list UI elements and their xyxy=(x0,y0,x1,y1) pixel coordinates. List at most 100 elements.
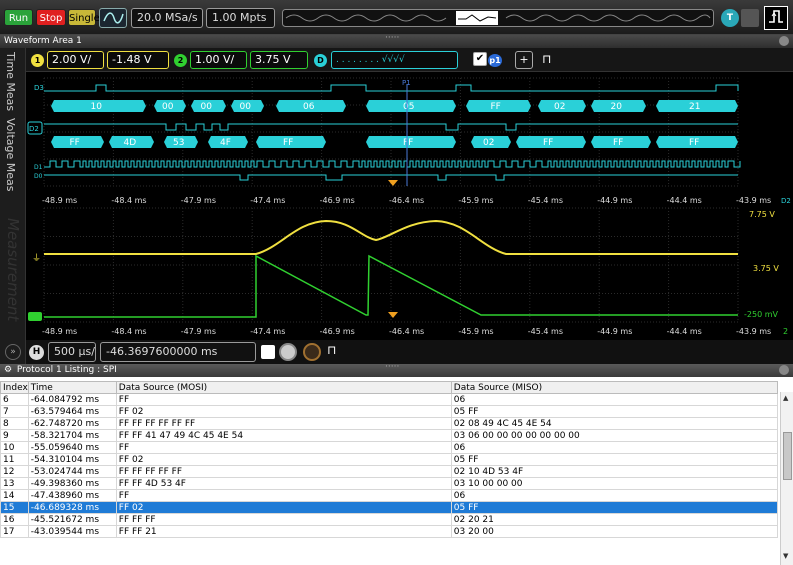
table-row[interactable]: 13 -49.398360 ms FF FF 4D 53 4F 03 10 00 00… xyxy=(0,477,779,490)
table-row[interactable]: 9 -58.321704 ms FF FF 41 47 49 4C 45 4E 54… xyxy=(0,429,779,442)
waveform-area-header: Waveform Area 1 ····· xyxy=(0,32,793,48)
cell-time: -54.310104 ms xyxy=(27,453,117,466)
ch1-offset[interactable]: -1.48 V xyxy=(107,51,169,69)
table-row[interactable]: 15 -46.689328 ms FF 02 05 FF xyxy=(0,501,779,514)
add-channel-button[interactable]: + xyxy=(515,51,533,69)
scroll-up-icon[interactable]: ▲ xyxy=(783,394,788,402)
trigger-edge-button[interactable] xyxy=(764,6,788,30)
cell-mosi: FF 02 xyxy=(115,405,452,418)
channel-menu-icon[interactable]: ⊓ xyxy=(542,52,551,66)
digital-bits[interactable]: . . . . . . . . √√√√ xyxy=(331,51,458,69)
cell-mosi: FF FF 4D 53 4F xyxy=(115,477,452,490)
table-row[interactable]: 11 -54.310104 ms FF 02 05 FF xyxy=(0,453,779,466)
table-row[interactable]: 14 -47.438960 ms FF 06 xyxy=(0,489,779,502)
zoom-knob-icon[interactable] xyxy=(279,343,297,361)
expand-panel-button[interactable]: » xyxy=(5,344,21,360)
listing-scrollbar[interactable]: ▲ ▼ xyxy=(780,392,793,565)
bus-top-label: 05 xyxy=(403,102,414,112)
ch2-right-index: 2 xyxy=(783,327,788,336)
cell-miso: 02 10 4D 53 4F xyxy=(450,465,779,478)
table-row[interactable]: 17 -43.039544 ms FF FF 21 03 20 00 xyxy=(0,525,779,538)
cell-mosi: FF xyxy=(115,393,452,406)
col-time-header[interactable]: Time xyxy=(27,381,117,394)
zoom-checkbox[interactable] xyxy=(261,345,275,359)
listing-collapse-icon[interactable] xyxy=(779,365,789,375)
col-index-header[interactable]: Index xyxy=(0,381,29,394)
timebase-field[interactable]: 500 µs/ xyxy=(48,342,96,362)
horizontal-menu-icon[interactable]: ⊓ xyxy=(327,343,336,357)
time-axis-tick-label: -45.9 ms xyxy=(458,196,493,205)
run-button[interactable]: Run xyxy=(4,9,33,26)
table-row[interactable]: 10 -55.059640 ms FF 06 xyxy=(0,441,779,454)
auto-scale-button[interactable] xyxy=(99,8,127,28)
table-row[interactable]: 12 -53.024744 ms FF FF FF FF FF 02 10 4D 53… xyxy=(0,465,779,478)
drag-handle[interactable]: ····· xyxy=(385,32,399,45)
bus-bottom-label: FF xyxy=(543,138,553,148)
time-axis-tick-label: -46.9 ms xyxy=(320,327,355,336)
cell-time: -58.321704 ms xyxy=(27,429,117,442)
sample-rate-display[interactable]: 20.0 MSa/s xyxy=(131,8,203,28)
cell-miso: 06 xyxy=(450,489,779,502)
time-axis-tick-label: -45.4 ms xyxy=(528,327,563,336)
listing-settings-icon[interactable]: ⚙ xyxy=(4,364,14,377)
tab-voltage-meas[interactable]: Voltage Meas xyxy=(4,118,17,192)
ch1-scale[interactable]: 2.00 V/ xyxy=(47,51,104,69)
cell-mosi: FF 02 xyxy=(115,453,452,466)
cell-index: 17 xyxy=(0,525,29,538)
d1-label: D1 xyxy=(34,164,43,171)
table-row[interactable]: 8 -62.748720 ms FF FF FF FF FF FF 02 08 49 … xyxy=(0,417,779,430)
cell-index: 13 xyxy=(0,477,29,490)
ch2-scale[interactable]: 1.00 V/ xyxy=(190,51,247,69)
horizontal-position-field[interactable]: -46.3697600000 ms xyxy=(100,342,256,362)
bus-top-label: 06 xyxy=(303,102,315,112)
collapse-icon[interactable] xyxy=(779,36,789,46)
cell-mosi: FF FF FF FF FF FF xyxy=(115,417,452,430)
stop-button[interactable]: Stop xyxy=(36,9,66,26)
tab-time-meas[interactable]: Time Meas xyxy=(4,52,17,111)
time-axis-tick-label: -46.4 ms xyxy=(389,327,424,336)
analog-mid-label: 3.75 V xyxy=(753,264,779,273)
memory-depth-display[interactable]: 1.00 Mpts xyxy=(206,8,275,28)
cell-miso: 05 FF xyxy=(450,501,779,514)
p1-badge[interactable]: p1 xyxy=(488,54,502,67)
trigger-badge[interactable]: T xyxy=(721,9,739,27)
col-miso-header[interactable]: Data Source (MISO) xyxy=(450,381,779,394)
waveform-plot[interactable]: D3 10 00 00 00 06 05 FF 02 20 21 D2 FF 4D 53 4F FF FF 0… xyxy=(26,72,793,370)
ch2-badge[interactable]: 2 xyxy=(174,54,187,67)
horizontal-control-bar: H 500 µs/ -46.3697600000 ms ⊓ xyxy=(26,340,793,364)
trigger-level-box[interactable] xyxy=(741,9,759,27)
tab-measurement[interactable]: Measurement xyxy=(4,218,22,321)
time-axis-tick-label: -48.4 ms xyxy=(111,327,146,336)
cursor-p1-label: P1 xyxy=(402,79,411,87)
listing-scroll-thumb[interactable] xyxy=(783,432,792,480)
ch1-badge[interactable]: 1 xyxy=(31,54,44,67)
cell-miso: 06 xyxy=(450,393,779,406)
time-axis-tick-label: -44.4 ms xyxy=(667,196,702,205)
cell-index: 6 xyxy=(0,393,29,406)
bus-bottom-label: FF xyxy=(70,138,80,148)
cell-index: 14 xyxy=(0,489,29,502)
cell-index: 8 xyxy=(0,417,29,430)
digital-enable-checkbox[interactable]: ✔ xyxy=(473,52,487,66)
table-row[interactable]: 7 -63.579464 ms FF 02 05 FF xyxy=(0,405,779,418)
bus-top-label: 21 xyxy=(689,102,700,112)
cell-mosi: FF xyxy=(115,441,452,454)
listing-drag-handle[interactable]: ····· xyxy=(385,361,399,374)
scroll-down-icon[interactable]: ▼ xyxy=(783,552,788,560)
time-axis-tick-label: -47.9 ms xyxy=(181,196,216,205)
bus-top-label: 10 xyxy=(91,102,103,112)
bus-bottom-label: FF xyxy=(689,138,699,148)
time-axis-tick-label: -47.4 ms xyxy=(250,196,285,205)
single-button[interactable]: Single xyxy=(68,9,100,26)
col-mosi-header[interactable]: Data Source (MOSI) xyxy=(115,381,452,394)
cell-miso: 03 10 00 00 00 xyxy=(450,477,779,490)
memory-overview-strip[interactable] xyxy=(282,9,714,27)
listing-title: Protocol 1 Listing : SPI xyxy=(16,365,117,375)
table-row[interactable]: 6 -64.084792 ms FF 06 xyxy=(0,393,779,406)
time-axis-tick-label: -47.4 ms xyxy=(250,327,285,336)
digital-badge[interactable]: D xyxy=(314,54,327,67)
ch2-offset[interactable]: 3.75 V xyxy=(250,51,308,69)
navigate-knob-icon[interactable] xyxy=(303,343,321,361)
table-row[interactable]: 16 -45.521672 ms FF FF FF 02 20 21 xyxy=(0,513,779,526)
horizontal-badge[interactable]: H xyxy=(29,345,44,360)
